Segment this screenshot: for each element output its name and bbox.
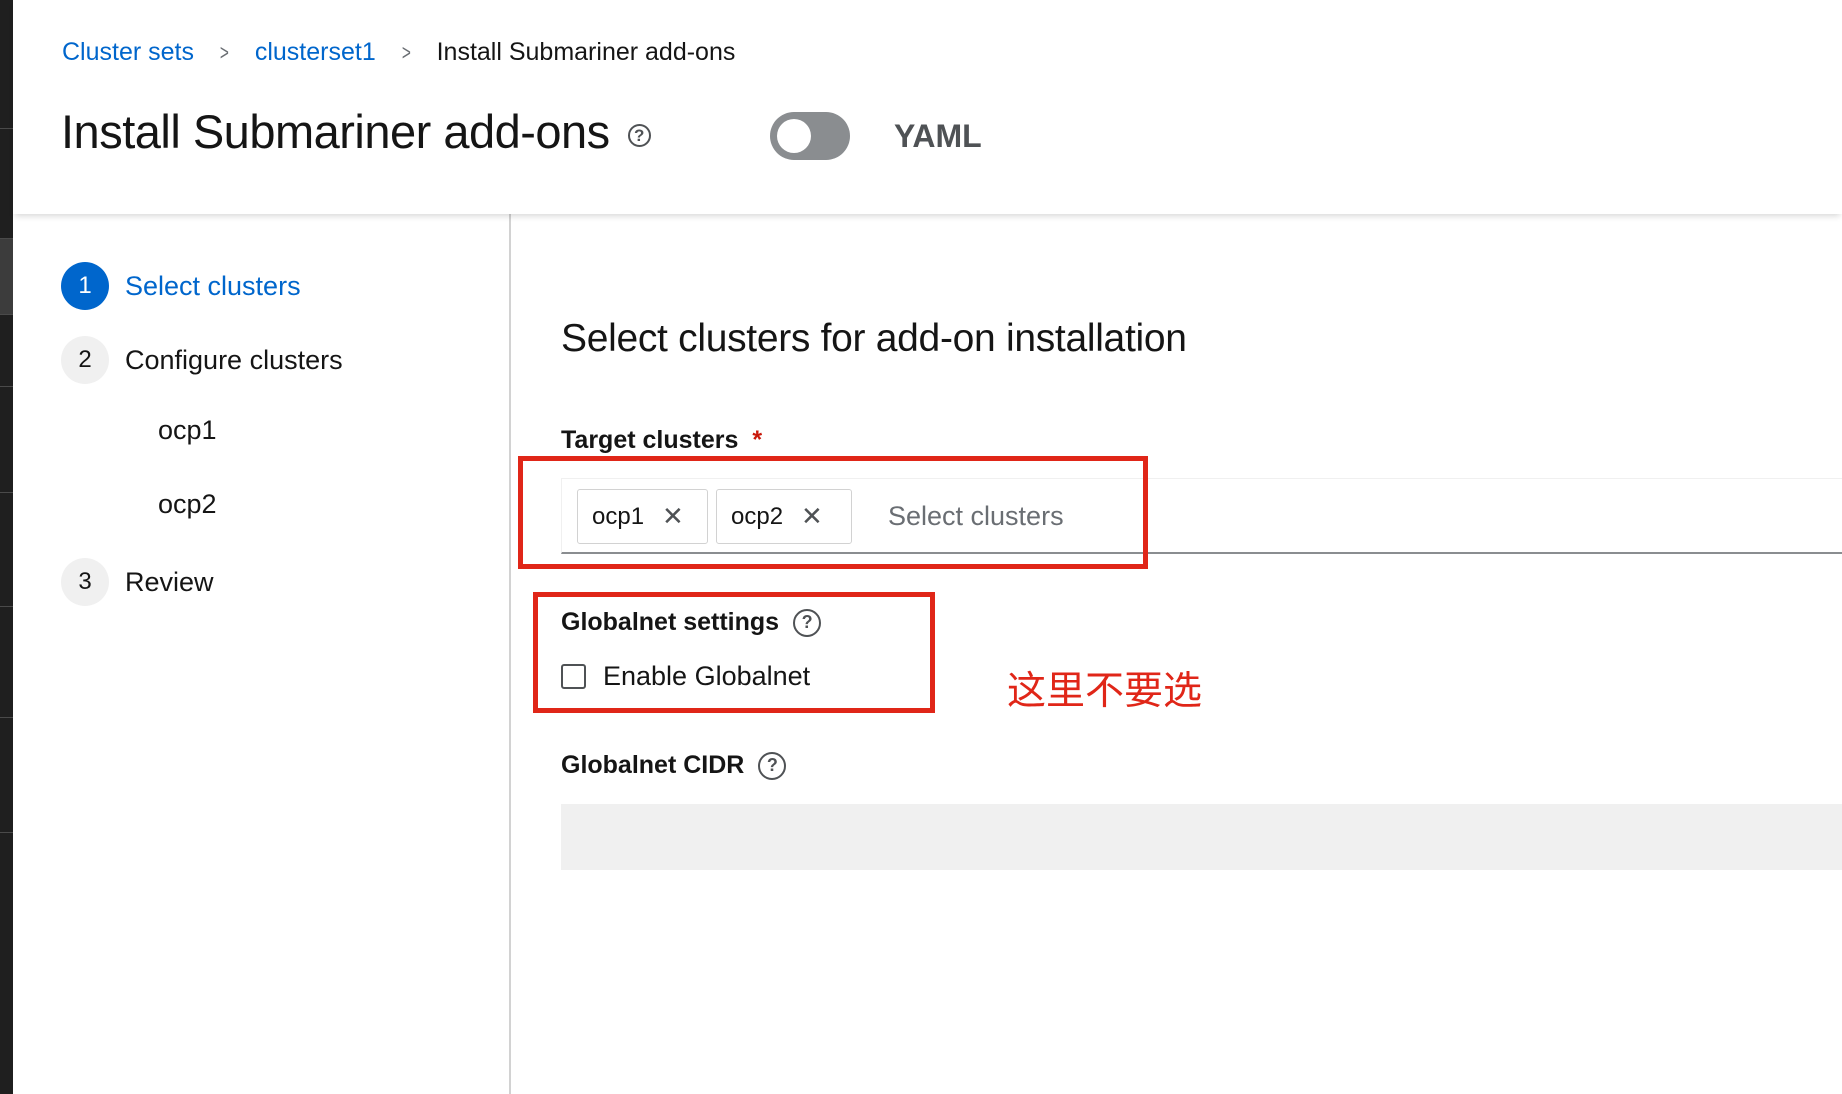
title-help-icon[interactable]: ?	[627, 124, 651, 147]
step-label: Select clusters	[125, 270, 301, 301]
wizard-step-configure-clusters[interactable]: 2 Configure clusters	[61, 336, 343, 384]
yaml-toggle[interactable]	[770, 112, 850, 160]
globalnet-cidr-input[interactable]	[561, 804, 1842, 870]
page-title: Install Submariner add-ons	[61, 105, 610, 158]
enable-globalnet-label[interactable]: Enable Globalnet	[603, 661, 810, 692]
step-number: 3	[61, 558, 109, 606]
chip-label: ocp2	[731, 502, 784, 530]
step-label: Review	[125, 566, 214, 597]
required-marker: *	[752, 426, 763, 454]
chip-ocp2: ocp2 ✕	[716, 489, 852, 544]
annotation-note: 这里不要选	[1007, 669, 1203, 714]
globalnet-settings-label-text: Globalnet settings	[561, 608, 780, 636]
step-number: 2	[61, 336, 109, 384]
chip-remove-icon[interactable]: ✕	[801, 501, 823, 532]
app-left-edge	[0, 0, 13, 1094]
enable-globalnet-checkbox[interactable]	[561, 664, 586, 689]
breadcrumb-link-clusterset[interactable]: clusterset1	[255, 38, 376, 67]
globalnet-settings-label: Globalnet settings ?	[561, 608, 822, 637]
wizard-step-review[interactable]: 3 Review	[61, 558, 214, 606]
page-header: Cluster sets > clusterset1 > Install Sub…	[13, 0, 1842, 214]
chip-label: ocp1	[592, 502, 645, 530]
enable-globalnet-row[interactable]: Enable Globalnet	[561, 661, 810, 692]
step-label: Configure clusters	[125, 344, 343, 375]
chip-ocp1: ocp1 ✕	[577, 489, 708, 544]
wizard-nav: 1 Select clusters 2 Configure clusters o…	[13, 214, 511, 1094]
wizard-body: Select clusters for add-on installation …	[511, 214, 1842, 1094]
breadcrumb: Cluster sets > clusterset1 > Install Sub…	[62, 38, 735, 67]
wizard-step-select-clusters[interactable]: 1 Select clusters	[61, 262, 301, 310]
target-clusters-select[interactable]: ocp1 ✕ ocp2 ✕ Select clusters	[561, 478, 1842, 554]
globalnet-settings-help-icon[interactable]: ?	[793, 608, 822, 637]
wizard-substep-ocp1[interactable]: ocp1	[158, 415, 217, 446]
title-row: Install Submariner add-ons ?	[61, 104, 651, 159]
target-clusters-placeholder[interactable]: Select clusters	[888, 501, 1064, 532]
breadcrumb-separator-icon: >	[219, 39, 229, 65]
globalnet-cidr-label: Globalnet CIDR ?	[561, 751, 787, 780]
section-title: Select clusters for add-on installation	[561, 317, 1187, 360]
wizard-substep-ocp2[interactable]: ocp2	[158, 489, 217, 520]
target-clusters-label-text: Target clusters	[561, 426, 739, 454]
chip-remove-icon[interactable]: ✕	[662, 501, 684, 532]
breadcrumb-link-cluster-sets[interactable]: Cluster sets	[62, 38, 194, 67]
target-clusters-label: Target clusters *	[561, 426, 762, 455]
yaml-toggle-label: YAML	[894, 118, 982, 154]
toggle-knob	[777, 119, 811, 153]
globalnet-cidr-label-text: Globalnet CIDR	[561, 751, 745, 779]
step-number: 1	[61, 262, 109, 310]
breadcrumb-separator-icon: >	[401, 39, 411, 65]
breadcrumb-current: Install Submariner add-ons	[436, 38, 736, 66]
globalnet-cidr-help-icon[interactable]: ?	[758, 751, 787, 780]
